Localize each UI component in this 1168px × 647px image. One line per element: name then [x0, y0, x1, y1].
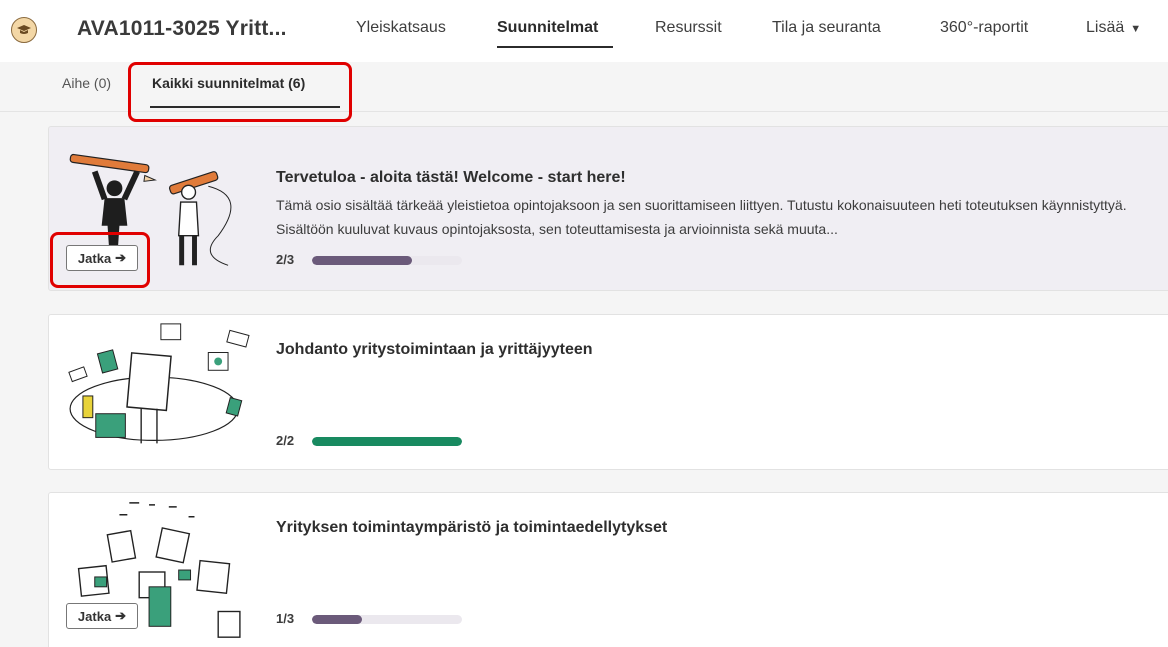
plan-card[interactable]: Yrityksen toimintaympäristö ja toimintae…	[48, 492, 1168, 647]
plan-illustration-intro	[68, 323, 250, 444]
progress-fill	[312, 256, 413, 265]
progress-count: 1/3	[276, 611, 295, 626]
plan-title[interactable]: Johdanto yritystoimintaan ja yrittäjyyte…	[276, 341, 593, 359]
nav-360-raportit[interactable]: 360°-raportit	[940, 19, 1028, 37]
nav-resurssit[interactable]: Resurssit	[655, 19, 722, 37]
arrow-right-icon: ➔	[115, 608, 127, 623]
plan-card[interactable]: Johdanto yritystoimintaan ja yrittäjyyte…	[48, 314, 1168, 470]
top-bar: AVA1011-3025 Yritt... Yleiskatsaus Suunn…	[0, 0, 1168, 62]
continue-button[interactable]: Jatka ➔	[66, 245, 138, 271]
nav-tila-ja-seuranta[interactable]: Tila ja seuranta	[772, 19, 881, 37]
tab-kaikki-suunnitelmat[interactable]: Kaikki suunnitelmat (6)	[152, 75, 305, 91]
chevron-down-icon: ▼	[1130, 23, 1142, 35]
progress-bar	[312, 615, 462, 624]
progress-count: 2/2	[276, 433, 295, 448]
tab-aihe[interactable]: Aihe (0)	[62, 75, 111, 91]
continue-button[interactable]: Jatka ➔	[66, 603, 138, 629]
plan-description: Tämä osio sisältää tärkeää yleistietoa o…	[276, 197, 1127, 237]
nav-lisaa[interactable]: Lisää ▼	[1086, 19, 1141, 37]
arrow-right-icon: ➔	[115, 250, 127, 265]
graduation-cap-icon[interactable]	[11, 17, 37, 43]
progress-count: 2/3	[276, 252, 295, 267]
continue-button-label: Jatka	[77, 608, 112, 624]
plan-title[interactable]: Tervetuloa - aloita tästä! Welcome - sta…	[276, 169, 626, 187]
plan-filter-tabs: Aihe (0) Kaikki suunnitelmat (6)	[0, 62, 1168, 112]
active-tab-indicator	[150, 106, 340, 108]
plan-card[interactable]: Tervetuloa - aloita tästä! Welcome - sta…	[48, 126, 1168, 291]
plan-title[interactable]: Yrityksen toimintaympäristö ja toimintae…	[276, 519, 667, 537]
progress-fill	[312, 615, 362, 624]
nav-suunnitelmat[interactable]: Suunnitelmat	[497, 19, 598, 37]
progress-bar	[312, 256, 462, 265]
plans-list: Tervetuloa - aloita tästä! Welcome - sta…	[0, 112, 1168, 647]
course-title[interactable]: AVA1011-3025 Yritt...	[77, 17, 287, 41]
nav-lisaa-label: Lisää	[1086, 19, 1125, 36]
nav-yleiskatsaus[interactable]: Yleiskatsaus	[356, 19, 446, 37]
continue-button-label: Jatka	[77, 250, 112, 266]
active-nav-indicator	[497, 46, 613, 48]
progress-bar	[312, 437, 462, 446]
progress-fill	[312, 437, 462, 446]
